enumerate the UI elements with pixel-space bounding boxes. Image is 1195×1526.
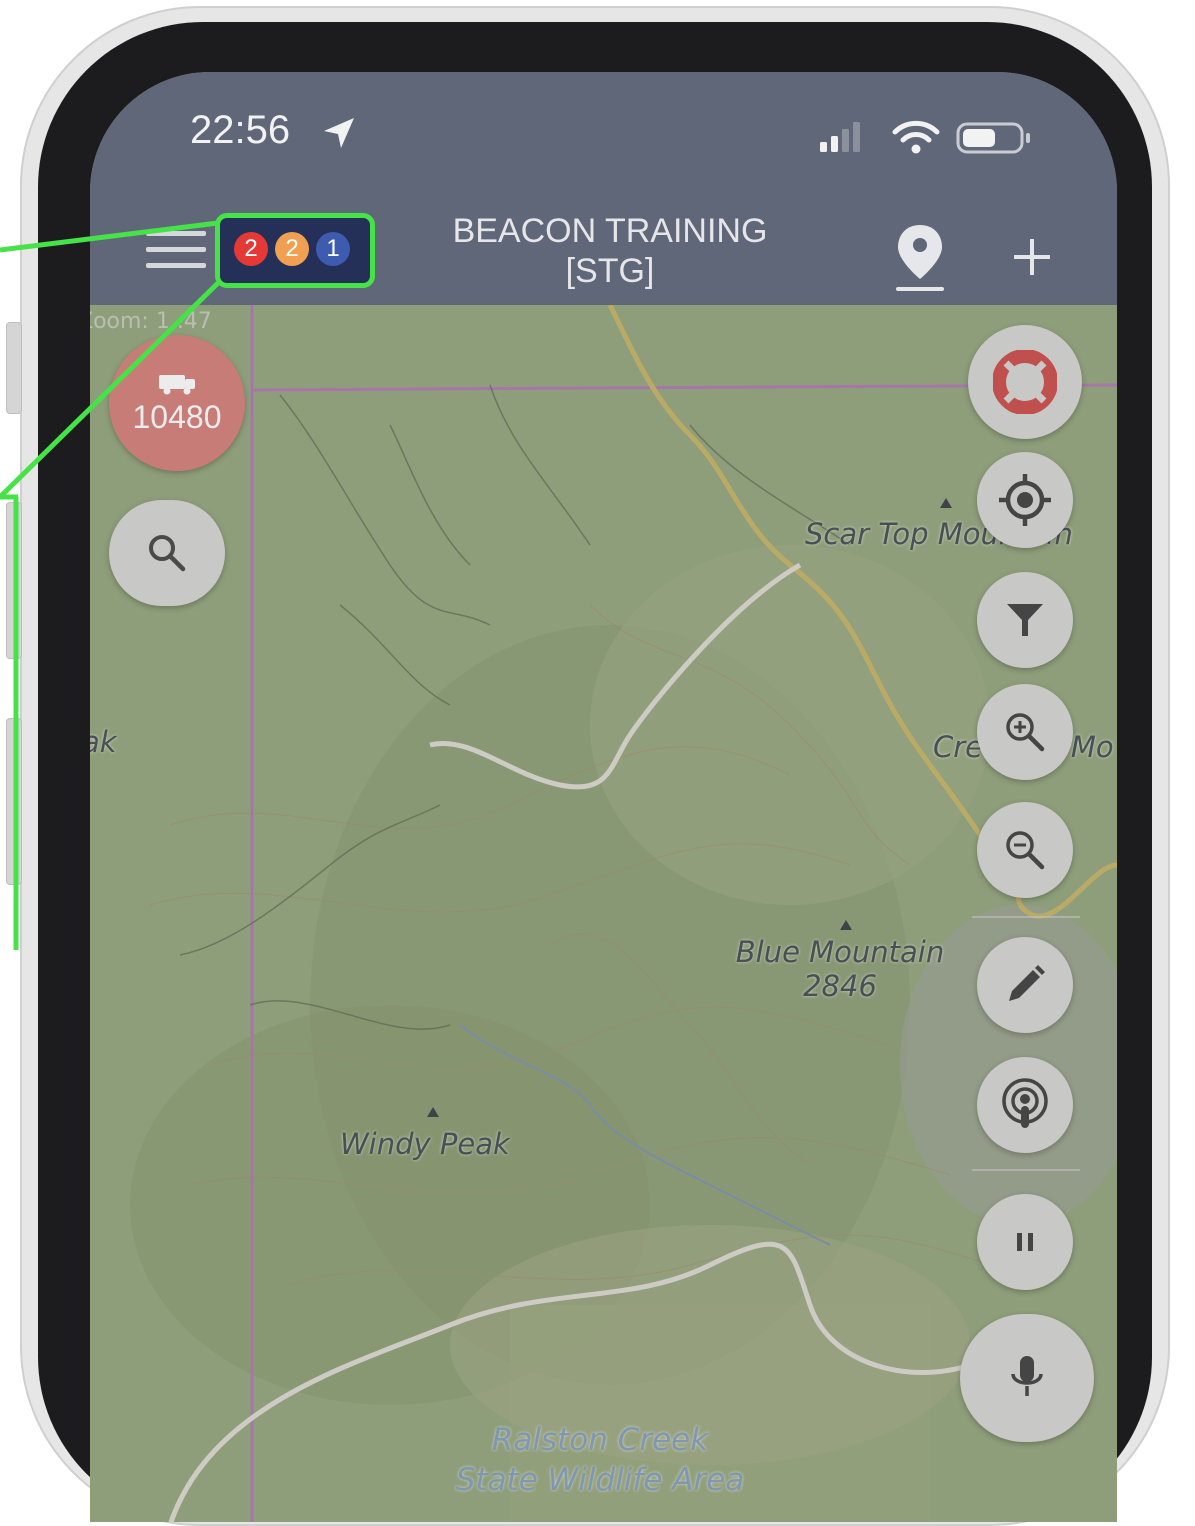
side-button-volume-up	[6, 502, 22, 659]
status-time: 22:56	[190, 108, 291, 152]
fab-divider-top	[972, 916, 1080, 918]
microphone-icon	[1011, 1356, 1043, 1396]
battery-icon	[956, 122, 1030, 154]
locate-me-button[interactable]	[977, 452, 1073, 548]
fab-divider-bottom	[972, 1169, 1080, 1171]
zoom-in-button[interactable]	[977, 684, 1073, 780]
badge-count-orange: 2	[275, 232, 309, 266]
podcast-icon	[1002, 1078, 1048, 1128]
alert-badge-group[interactable]: 2 2 1	[215, 213, 375, 288]
sos-button[interactable]	[968, 325, 1082, 439]
map-dim-overlay	[90, 305, 1117, 1522]
broadcast-button[interactable]	[977, 1057, 1073, 1153]
crosshair-icon	[999, 474, 1051, 526]
map-label-ralston: Ralston Creek State Wildlife Area	[430, 1420, 770, 1500]
page-title-line2: [STG]	[565, 252, 655, 290]
wifi-icon	[892, 120, 940, 154]
map-label-ralston-line1: Ralston Creek	[491, 1422, 709, 1458]
map-label-peak-partial: ak	[90, 725, 117, 759]
hamburger-menu-icon[interactable]	[146, 227, 206, 273]
filter-icon	[1007, 604, 1043, 636]
location-arrow-icon	[324, 118, 354, 148]
vehicle-icon	[159, 374, 195, 394]
filter-button[interactable]	[977, 572, 1073, 668]
badge-count-blue: 1	[316, 232, 350, 266]
page-title-line1: BEACON TRAINING	[452, 212, 768, 250]
map-pin-icon[interactable]	[894, 223, 946, 293]
topo-map[interactable]: Zoom: 1..47 Scar Top Mountain Crescent M…	[90, 305, 1117, 1522]
zoom-in-icon	[1006, 713, 1045, 752]
pause-button[interactable]	[977, 1194, 1073, 1290]
search-button[interactable]	[109, 500, 225, 606]
draw-button[interactable]	[977, 937, 1073, 1033]
map-label-blue-mountain: Blue Mountain 2846	[720, 935, 960, 1003]
pause-icon	[1017, 1233, 1033, 1251]
map-label-ralston-line2: State Wildlife Area	[455, 1462, 745, 1498]
side-button-volume-down	[6, 718, 22, 885]
cellular-signal-icon	[820, 122, 860, 152]
map-label-blue-mountain-name: Blue Mountain	[735, 935, 945, 969]
app-screen: Zoom: 1..47 Scar Top Mountain Crescent M…	[90, 72, 1117, 1522]
badge-count-red: 2	[234, 232, 268, 266]
zoom-out-button[interactable]	[977, 802, 1073, 898]
life-ring-icon	[993, 350, 1057, 414]
status-bar: 22:56	[90, 72, 1117, 207]
side-button-silent	[6, 322, 22, 414]
vehicle-unit-bubble[interactable]: 10480	[109, 335, 245, 471]
vehicle-unit-id: 10480	[132, 398, 222, 435]
voice-button[interactable]	[960, 1314, 1094, 1442]
pencil-icon	[1009, 965, 1045, 1001]
search-icon	[149, 535, 186, 572]
zoom-out-icon	[1006, 831, 1045, 870]
add-icon[interactable]	[1012, 237, 1052, 277]
page-title: BEACON TRAINING [STG]	[390, 211, 830, 291]
map-label-blue-mountain-elev: 2846	[803, 969, 877, 1003]
map-label-windy-peak: Windy Peak	[340, 1127, 510, 1161]
zoom-level-label: Zoom: 1..47	[90, 309, 212, 334]
